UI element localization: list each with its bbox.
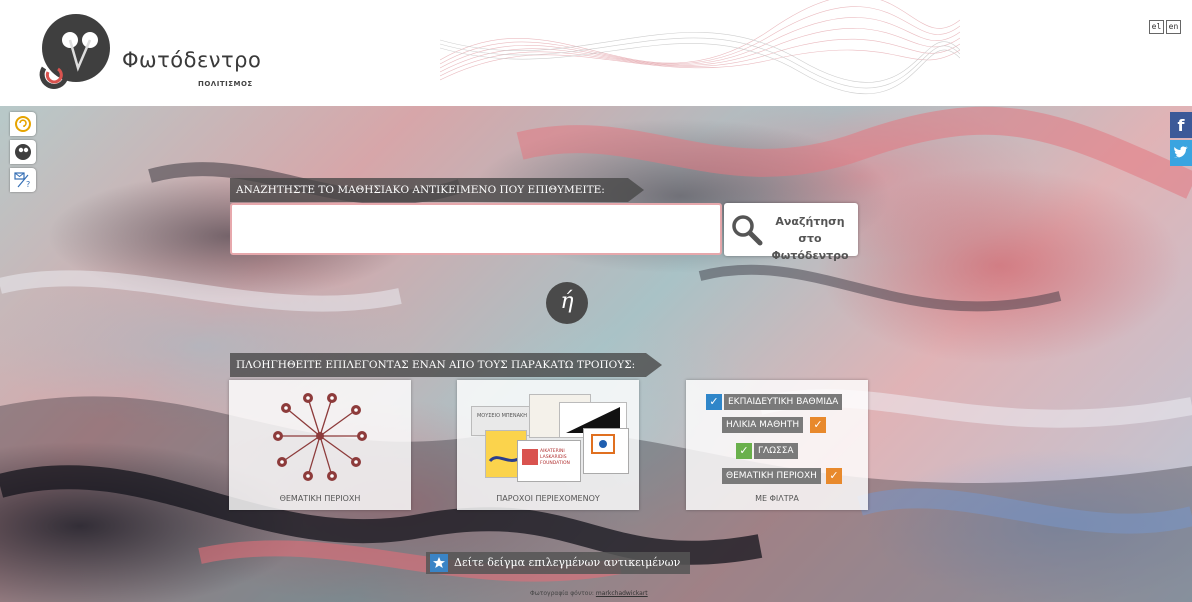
- facebook-label: f: [1177, 115, 1185, 135]
- provider-logos-collage: ΜΟΥΣΕΙΟ ΜΠΕΝΑΚΗ AIKATERINI LASKARIDIS FO…: [465, 388, 631, 488]
- header-wave-decoration: [440, 0, 960, 95]
- sample-objects-label: Δείτε δείγμα επιλεγμένων αντικειμένων: [454, 556, 681, 569]
- thematic-area-caption: ΘΕΜΑΤΙΚΗ ΠΕΡΙΟΧΗ: [279, 494, 361, 503]
- brand-title: Φωτόδεντρο: [122, 48, 262, 72]
- feedback-icon[interactable]: ?: [10, 168, 36, 192]
- content-providers-card[interactable]: ΜΟΥΣΕΙΟ ΜΠΕΝΑΚΗ AIKATERINI LASKARIDIS FO…: [457, 380, 639, 510]
- filter-thematic-area: ΘΕΜΑΤΙΚΗ ΠΕΡΙΟΧΗ: [722, 468, 821, 484]
- language-el-button[interactable]: el: [1149, 20, 1164, 34]
- check-blue-icon: ✓: [706, 394, 722, 410]
- or-separator: ή: [546, 282, 588, 324]
- thematic-area-card[interactable]: ΘΕΜΑΤΙΚΗ ΠΕΡΙΟΧΗ: [229, 380, 411, 510]
- filters-caption: ΜΕ ΦΙΛΤΡΑ: [755, 494, 799, 503]
- star-icon: [430, 554, 448, 572]
- twitter-icon[interactable]: [1170, 140, 1192, 166]
- filters-card[interactable]: ✓ ΕΚΠΑΙΔΕΥΤΙΚΗ ΒΑΘΜΙΔΑ ΗΛΙΚΙΑ ΜΑΘΗΤΗ ✓ ✓…: [686, 380, 868, 510]
- sample-objects-button[interactable]: Δείτε δείγμα επιλεγμένων αντικειμένων: [426, 552, 690, 574]
- language-en-button[interactable]: en: [1166, 20, 1181, 34]
- filter-language: ΓΛΩΣΣΑ: [754, 443, 798, 459]
- navigate-banner: ΠΛΟΗΓΗΘΕΙΤΕ ΕΠΙΛΕΓΟΝΤΑΣ ΕΝΑΝ ΑΠΟ ΤΟΥΣ ΠΑ…: [230, 353, 662, 377]
- credit-prefix: Φωτογραφία φόντου:: [530, 590, 594, 597]
- filter-education-level: ΕΚΠΑΙΔΕΥΤΙΚΗ ΒΑΘΜΙΔΑ: [724, 394, 843, 410]
- photodentro-icon[interactable]: [10, 140, 36, 164]
- help-circle-icon[interactable]: [10, 112, 36, 136]
- laskaridis-logo: AIKATERINI LASKARIDIS FOUNDATION: [517, 440, 581, 482]
- check-orange-icon: ✓: [810, 417, 826, 433]
- brand-subtitle: ΠΟΛΙΤΙΣΜΟΣ: [198, 80, 253, 88]
- search-button-line2: Φωτόδεντρο: [771, 249, 849, 262]
- laskaridis-label: AIKATERINI LASKARIDIS FOUNDATION: [540, 449, 570, 466]
- provider-cartoon-thumb: [583, 428, 629, 474]
- thematic-network-icon: [273, 393, 367, 481]
- check-orange-icon: ✓: [826, 468, 842, 484]
- svg-text:?: ?: [26, 180, 30, 189]
- check-green-icon: ✓: [736, 443, 752, 459]
- site-header: Φωτόδεντρο ΠΟΛΙΤΙΣΜΟΣ el en: [0, 0, 1192, 106]
- search-banner: ΑΝΑΖΗΤΗΣΤΕ ΤΟ ΜΑΘΗΣΙΑΚΟ ΑΝΤΙΚΕΙΜΕΝΟ ΠΟΥ …: [230, 178, 644, 202]
- facebook-icon[interactable]: f: [1170, 112, 1192, 138]
- content-providers-caption: ΠΑΡΟΧΟΙ ΠΕΡΙΕΧΟΜΕΝΟΥ: [496, 494, 600, 503]
- magnifier-icon: [732, 215, 763, 246]
- background-credit: Φωτογραφία φόντου: markchadwickart: [530, 590, 648, 597]
- search-button[interactable]: Αναζήτηση στο Φωτόδεντρο: [724, 203, 858, 262]
- search-button-label: Αναζήτηση στο Φωτόδεντρο: [764, 213, 856, 264]
- credit-author-link[interactable]: markchadwickart: [596, 590, 648, 597]
- laskaridis-mark: [522, 449, 538, 465]
- search-button-line1: Αναζήτηση στο: [775, 215, 845, 245]
- search-input[interactable]: [230, 203, 722, 255]
- photodentro-logo[interactable]: [30, 10, 114, 94]
- filter-student-age: ΗΛΙΚΙΑ ΜΑΘΗΤΗ: [722, 417, 804, 433]
